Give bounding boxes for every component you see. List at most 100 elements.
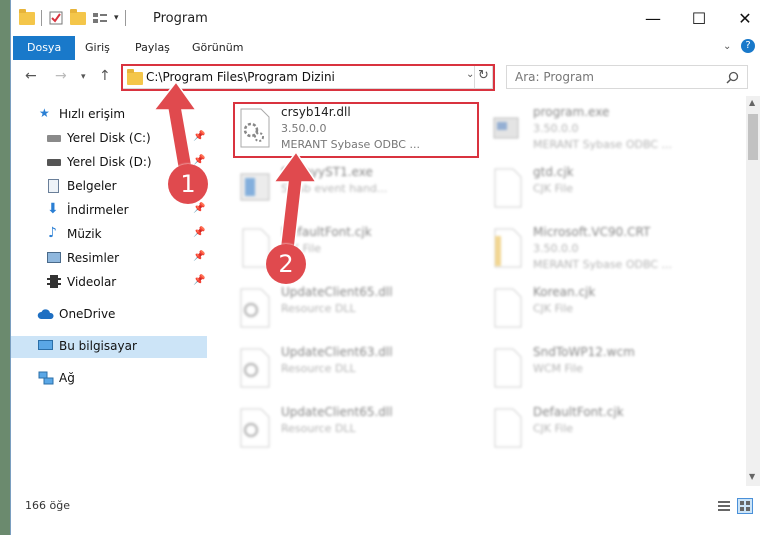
scroll-up-icon[interactable]: ▲ [749, 98, 755, 107]
new-folder-icon[interactable] [70, 8, 86, 25]
documents-icon [48, 179, 59, 193]
maximize-button[interactable]: ☐ [676, 0, 722, 36]
sidebar-item-videos[interactable]: Videolar 📌 [11, 272, 207, 294]
pin-icon[interactable]: 📌 [193, 275, 205, 286]
tab-home[interactable]: Giriş [85, 36, 110, 60]
pin-icon[interactable]: 📌 [193, 203, 205, 214]
file-name: DefaultFont.cjk [533, 405, 624, 419]
vertical-scrollbar[interactable]: ▲ ▼ [746, 96, 760, 486]
file-name: program.exe [533, 105, 610, 119]
details-view-icon[interactable] [717, 499, 731, 513]
sidebar-item-label: Yerel Disk (D:) [67, 155, 152, 169]
search-box[interactable]: Ara: Program [506, 65, 748, 89]
sidebar-item-label: Videolar [67, 275, 117, 289]
arrow-to-file-icon [272, 150, 318, 253]
minimize-button[interactable]: — [630, 0, 676, 36]
toolbar-divider [41, 10, 42, 26]
download-icon: ⬇ [47, 201, 59, 217]
file-type: CJK File [533, 302, 574, 315]
scroll-down-icon[interactable]: ▼ [749, 472, 755, 481]
help-icon[interactable]: ? [741, 39, 755, 53]
file-item[interactable]: program.exe 3.50.0.0 MERANT Sybase ODBC … [487, 102, 727, 160]
file-item[interactable]: Microsoft.VC90.CRT 3.50.0.0 MERANT Sybas… [487, 222, 727, 280]
tab-view[interactable]: Görünüm [192, 36, 243, 60]
file-item[interactable]: UpdateClient65.dll Resource DLL [235, 282, 475, 340]
step-1-badge: 1 [168, 164, 208, 204]
step-2-badge: 2 [266, 244, 306, 284]
videos-icon [47, 275, 61, 288]
scrollbar-thumb[interactable] [748, 114, 758, 160]
pin-icon[interactable]: 📌 [193, 251, 205, 262]
status-bar: 166 öğe [11, 494, 769, 518]
file-item[interactable]: Korean.cjk CJK File [487, 282, 727, 340]
drive-icon [47, 135, 61, 142]
recent-locations-icon[interactable]: ▾ [81, 72, 86, 82]
exe-file-icon [493, 117, 519, 139]
drive-icon [47, 159, 61, 166]
sidebar-item-this-pc[interactable]: Bu bilgisayar [11, 336, 207, 358]
folder-icon [19, 8, 35, 25]
close-button[interactable]: ✕ [722, 0, 768, 36]
file-name: UpdateClient63.dll [281, 345, 393, 359]
view-options-icon[interactable] [92, 10, 108, 26]
file-name: UpdateClient65.dll [281, 405, 393, 419]
title-bar: ▾ Program — ☐ ✕ [11, 0, 769, 36]
item-count: 166 öğe [25, 499, 70, 512]
file-name: SndToWP12.wcm [533, 345, 635, 359]
sidebar-item-music[interactable]: ♪ Müzik 📌 [11, 224, 207, 246]
file-name: Korean.cjk [533, 285, 596, 299]
tab-file[interactable]: Dosya [13, 36, 76, 60]
file-name: Microsoft.VC90.CRT [533, 225, 651, 239]
file-version: 3.50.0.0 [533, 242, 579, 255]
pin-icon[interactable]: 📌 [193, 227, 205, 238]
sidebar-item-downloads[interactable]: ⬇ İndirmeler 📌 [11, 200, 207, 222]
blank-file-icon [494, 168, 522, 208]
dll-file-icon [240, 288, 270, 328]
search-icon[interactable] [726, 71, 739, 84]
sidebar-item-label: Hızlı erişim [59, 107, 126, 121]
file-description: Resource DLL [281, 302, 356, 315]
dll-file-icon [240, 348, 270, 388]
forward-arrow-icon[interactable]: → [55, 68, 67, 84]
blank-file-icon [494, 408, 522, 448]
file-type: CJK File [533, 182, 574, 195]
file-item[interactable]: UpdateClient63.dll Resource DLL [235, 342, 475, 400]
sidebar-item-pictures[interactable]: Resimler 📌 [11, 248, 207, 270]
network-icon [38, 371, 54, 385]
window-title: Program [153, 11, 208, 26]
customize-toolbar-icon[interactable]: ▾ [114, 13, 119, 23]
file-item[interactable]: UpdateClient65.dll Resource DLL [235, 402, 475, 460]
expand-ribbon-icon[interactable]: ⌄ [723, 41, 731, 52]
manifest-file-icon [494, 228, 522, 268]
quick-access-toolbar: ▾ [19, 8, 126, 26]
sidebar-item-label: Resimler [67, 251, 120, 265]
file-description: MERANT Sybase ODBC ... [533, 258, 672, 271]
tab-share[interactable]: Paylaş [135, 36, 170, 60]
sidebar-item-label: OneDrive [59, 307, 116, 321]
sidebar-item-label: Ağ [59, 371, 75, 385]
toolbar-divider [124, 10, 126, 26]
large-icons-view-icon[interactable] [737, 498, 753, 514]
search-input[interactable]: Ara: Program [515, 70, 594, 84]
sidebar-item-label: Bu bilgisayar [59, 339, 137, 353]
cloud-icon [37, 309, 54, 319]
sidebar-item-label: Yerel Disk (C:) [67, 131, 151, 145]
ribbon: Dosya Giriş Paylaş Görünüm ⌄ ? [11, 36, 769, 60]
star-icon: ★ [39, 106, 50, 120]
up-arrow-icon[interactable]: ↑ [99, 68, 111, 84]
sidebar-item-onedrive[interactable]: OneDrive [11, 304, 207, 326]
properties-icon[interactable] [48, 10, 64, 26]
sidebar-item-label: İndirmeler [67, 203, 129, 217]
pictures-icon [47, 252, 61, 263]
file-item[interactable]: gtd.cjk CJK File [487, 162, 727, 220]
back-arrow-icon[interactable]: ← [25, 68, 37, 84]
file-version: 3.50.0.0 [533, 122, 579, 135]
blank-file-icon [494, 348, 522, 388]
file-type: WCM File [533, 362, 583, 375]
sidebar-item-network[interactable]: Ağ [11, 368, 207, 390]
file-item[interactable]: DefaultFont.cjk CJK File [487, 402, 727, 460]
sidebar-item-label: Müzik [67, 227, 102, 241]
file-item[interactable]: SndToWP12.wcm WCM File [487, 342, 727, 400]
file-description: Resource DLL [281, 362, 356, 375]
file-description: MERANT Sybase ODBC ... [533, 138, 672, 151]
